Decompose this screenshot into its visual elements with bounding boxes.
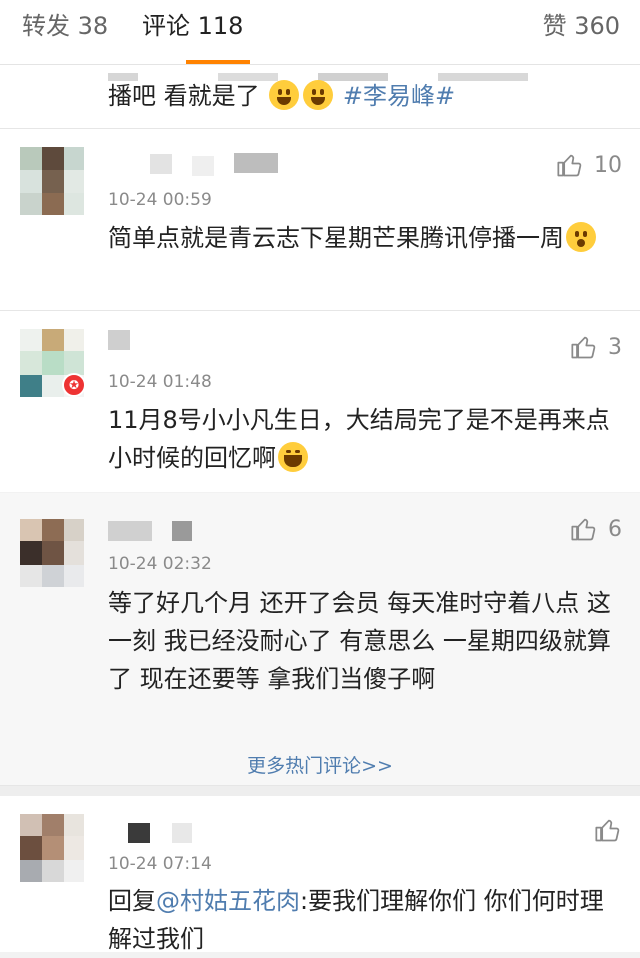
comment-card: 10-24 07:14 回复@村姑五花肉:要我们理解你们 你们何时理解过我们 (0, 796, 640, 953)
username[interactable] (150, 154, 172, 174)
username[interactable] (108, 330, 130, 350)
partial-comment-card: 播吧 看就是了 #李易峰# (0, 65, 640, 128)
username (172, 823, 192, 843)
tab-comments[interactable]: 评论 118 (142, 10, 243, 42)
comment-text: 11月8号小小凡生日，大结局完了是不是再来点小时候的回忆啊 (108, 401, 618, 477)
hashtag-link[interactable]: #李易峰# (343, 82, 455, 110)
partial-comment-text: 播吧 看就是了 #李易峰# (108, 77, 618, 115)
thumbs-up-icon (557, 154, 582, 177)
emoji-icon (278, 442, 308, 472)
more-hot-comments-link[interactable]: 更多热门评论>> (0, 751, 640, 778)
comment-card: 10 10-24 00:59 简单点就是青云志下星期芒果腾讯停播一周 (0, 129, 640, 310)
comment-time: 10-24 02:32 (108, 554, 212, 574)
comment-time: 10-24 07:14 (108, 854, 212, 874)
comment-card: 6 10-24 02:32 等了好几个月 还开了会员 每天准时守着八点 这一刻 … (0, 493, 640, 733)
tab-reposts[interactable]: 转发 38 (22, 10, 108, 42)
thumbs-up-icon (571, 518, 596, 541)
like-count: 3 (608, 334, 622, 360)
partial-comment-body: 播吧 看就是了 (108, 82, 260, 110)
like-button[interactable]: 6 (570, 515, 622, 543)
like-count: 10 (594, 152, 622, 178)
comment-text: 等了好几个月 还开了会员 每天准时守着八点 这一刻 我已经没耐心了 有意思么 一… (108, 589, 611, 693)
tab-likes[interactable]: 赞 360 (543, 10, 620, 42)
like-button[interactable] (594, 816, 622, 844)
avatar[interactable] (20, 814, 84, 882)
username (192, 156, 214, 176)
comment-body: 简单点就是青云志下星期芒果腾讯停播一周 (108, 224, 564, 252)
avatar[interactable] (20, 519, 84, 587)
comment-card: ✪ 3 10-24 01:48 11月8号小小凡生日，大结局完了是不是再来点小时… (0, 311, 640, 492)
comment-text: 回复@村姑五花肉:要我们理解你们 你们何时理解过我们 (108, 882, 608, 958)
comment-time: 10-24 01:48 (108, 372, 212, 392)
like-button[interactable]: 3 (570, 333, 622, 361)
mention-link[interactable]: @村姑五花肉 (156, 887, 300, 915)
username[interactable] (108, 521, 152, 541)
comment-text: 简单点就是青云志下星期芒果腾讯停播一周 (108, 219, 618, 257)
emoji-icon (566, 222, 596, 252)
thumbs-up-icon (571, 336, 596, 359)
avatar[interactable] (20, 147, 84, 215)
like-count: 6 (608, 516, 622, 542)
emoji-icon (269, 80, 300, 110)
emoji-icon (303, 80, 334, 110)
username (172, 521, 192, 541)
comment-time: 10-24 00:59 (108, 190, 212, 210)
thumbs-up-icon (595, 819, 620, 842)
verified-badge-icon: ✪ (62, 373, 86, 397)
username[interactable] (128, 823, 150, 843)
reply-prefix: 回复 (108, 887, 156, 915)
section-divider (0, 786, 640, 796)
tab-bar: 转发 38 评论 118 赞 360 (0, 0, 640, 65)
active-tab-indicator (186, 60, 250, 64)
more-comments-row: 更多热门评论>> (0, 733, 640, 785)
username (234, 153, 278, 173)
like-button[interactable]: 10 (556, 151, 622, 179)
comment-body: 11月8号小小凡生日，大结局完了是不是再来点小时候的回忆啊 (108, 406, 610, 472)
